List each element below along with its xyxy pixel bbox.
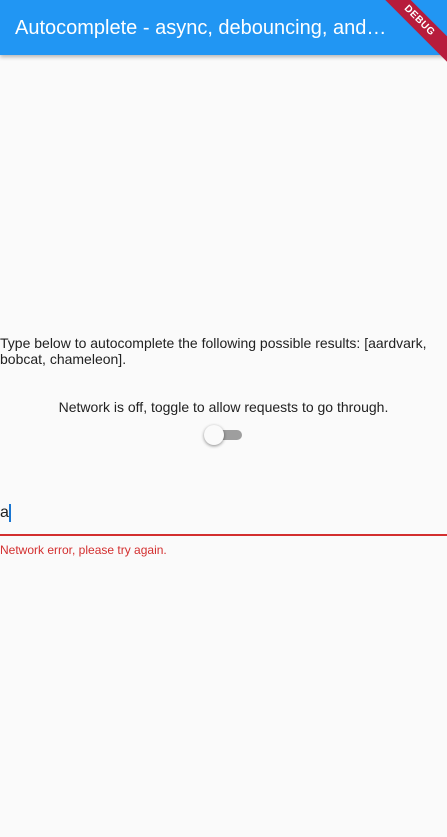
autocomplete-field: a	[0, 498, 447, 536]
app-window: Autocomplete - async, debouncing, and … …	[0, 0, 447, 837]
network-status-label: Network is off, toggle to allow requests…	[58, 399, 389, 415]
input-error-message: Network error, please try again.	[0, 543, 167, 557]
network-toggle-switch[interactable]	[204, 425, 242, 445]
input-error-underline	[0, 534, 447, 536]
autocomplete-input[interactable]: a	[0, 498, 447, 528]
app-bar: Autocomplete - async, debouncing, and …	[0, 0, 447, 55]
text-caret	[8, 504, 11, 522]
description-text: Type below to autocomplete the following…	[0, 335, 427, 367]
autocomplete-input-value: a	[0, 504, 9, 521]
page-title: Autocomplete - async, debouncing, and …	[15, 17, 387, 39]
switch-thumb	[204, 425, 224, 445]
